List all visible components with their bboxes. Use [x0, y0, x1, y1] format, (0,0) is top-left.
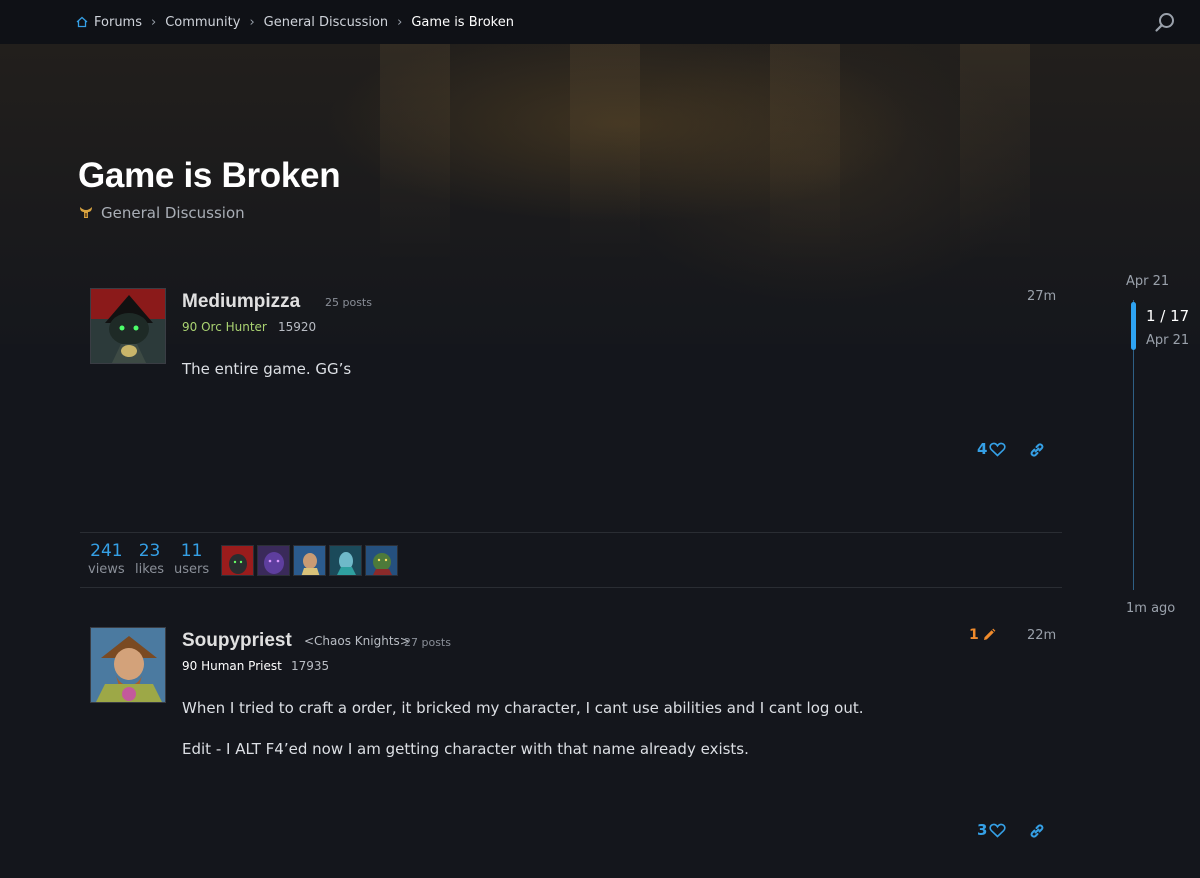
stat-views: 241 views	[88, 541, 125, 577]
timeline-handle[interactable]	[1131, 302, 1136, 350]
like-button[interactable]: 4	[977, 440, 1007, 458]
edit-count: 1	[969, 627, 979, 643]
achievement-points: 17935	[291, 659, 330, 673]
like-count: 4	[977, 440, 988, 458]
category-label[interactable]: General Discussion	[101, 204, 245, 222]
breadcrumb-community[interactable]: Community	[165, 15, 240, 30]
link-icon[interactable]	[1028, 441, 1046, 459]
avatar[interactable]	[90, 288, 166, 364]
search-icon[interactable]	[1154, 11, 1176, 33]
post-time[interactable]: 27m	[1027, 289, 1056, 304]
top-bar: Forums › Community › General Discussion …	[0, 0, 1200, 44]
users-count: 11	[180, 541, 203, 561]
post-count: 27 posts	[404, 636, 451, 649]
participant-avatar[interactable]	[221, 545, 254, 576]
character-class: 90 Orc Hunter	[182, 320, 267, 334]
breadcrumb-forums[interactable]: Forums	[76, 15, 142, 30]
participant-avatar[interactable]	[329, 545, 362, 576]
likes-count: 23	[138, 541, 161, 561]
like-count: 3	[977, 821, 988, 839]
like-button[interactable]: 3	[977, 821, 1007, 839]
post-body-paragraph: When I tried to craft a order, it bricke…	[182, 699, 864, 717]
views-label: views	[88, 562, 125, 577]
topic-stats: 241 views 23 likes 11 users	[80, 532, 1062, 588]
home-icon	[76, 16, 88, 28]
avatar[interactable]	[90, 627, 166, 703]
stat-users: 11 users	[174, 541, 209, 577]
achievement-points: 15920	[278, 320, 317, 334]
stat-likes: 23 likes	[135, 541, 164, 577]
views-count: 241	[90, 541, 123, 561]
username[interactable]: Soupypriest	[182, 630, 292, 652]
breadcrumb: Forums › Community › General Discussion …	[76, 0, 514, 44]
post-body: The entire game. GG’s	[182, 360, 352, 378]
post-time[interactable]: 22m	[1027, 628, 1056, 643]
avatar-image	[91, 289, 165, 363]
chevron-right-icon: ›	[249, 14, 255, 30]
chevron-right-icon: ›	[151, 14, 157, 30]
users-label: users	[174, 562, 210, 577]
participant-avatar[interactable]	[365, 545, 398, 576]
post-body-paragraph: Edit - I ALT F4’ed now I am getting char…	[182, 740, 749, 758]
heart-icon	[989, 442, 1007, 457]
guild-name: <Chaos Knights>	[304, 634, 410, 648]
avatar-image	[91, 628, 165, 702]
likes-label: likes	[135, 562, 165, 577]
timeline-position: 1 / 17	[1146, 307, 1190, 325]
character-class: 90 Human Priest	[182, 659, 282, 673]
pencil-icon	[983, 628, 996, 640]
participant-avatar[interactable]	[293, 545, 326, 576]
breadcrumb-community-link[interactable]: Community	[165, 15, 240, 30]
username[interactable]: Mediumpizza	[182, 291, 300, 313]
participant-avatar[interactable]	[257, 545, 290, 576]
breadcrumb-forums-link[interactable]: Forums	[94, 15, 142, 30]
timeline-start-date[interactable]: Apr 21	[1126, 274, 1169, 289]
timeline-end-label[interactable]: 1m ago	[1126, 601, 1175, 616]
chevron-right-icon: ›	[397, 14, 403, 30]
post-count: 25 posts	[325, 296, 372, 309]
post-1: Mediumpizza 25 posts 90 Orc Hunter 15920…	[80, 288, 1062, 488]
heart-icon	[989, 823, 1007, 838]
post-2: Soupypriest <Chaos Knights> 27 posts 90 …	[80, 627, 1062, 857]
breadcrumb-current-topic-link[interactable]: Game is Broken	[411, 15, 514, 30]
breadcrumb-current-topic[interactable]: Game is Broken	[411, 15, 514, 30]
breadcrumb-general-discussion-link[interactable]: General Discussion	[264, 15, 389, 30]
link-icon[interactable]	[1028, 822, 1046, 840]
breadcrumb-general-discussion[interactable]: General Discussion	[264, 15, 389, 30]
edit-history-button[interactable]: 1	[969, 627, 996, 643]
timeline-current-date: Apr 21	[1146, 333, 1190, 348]
page-title: Game is Broken	[78, 156, 341, 195]
category-horns-icon	[80, 207, 92, 218]
category-link[interactable]: General Discussion	[78, 204, 245, 222]
